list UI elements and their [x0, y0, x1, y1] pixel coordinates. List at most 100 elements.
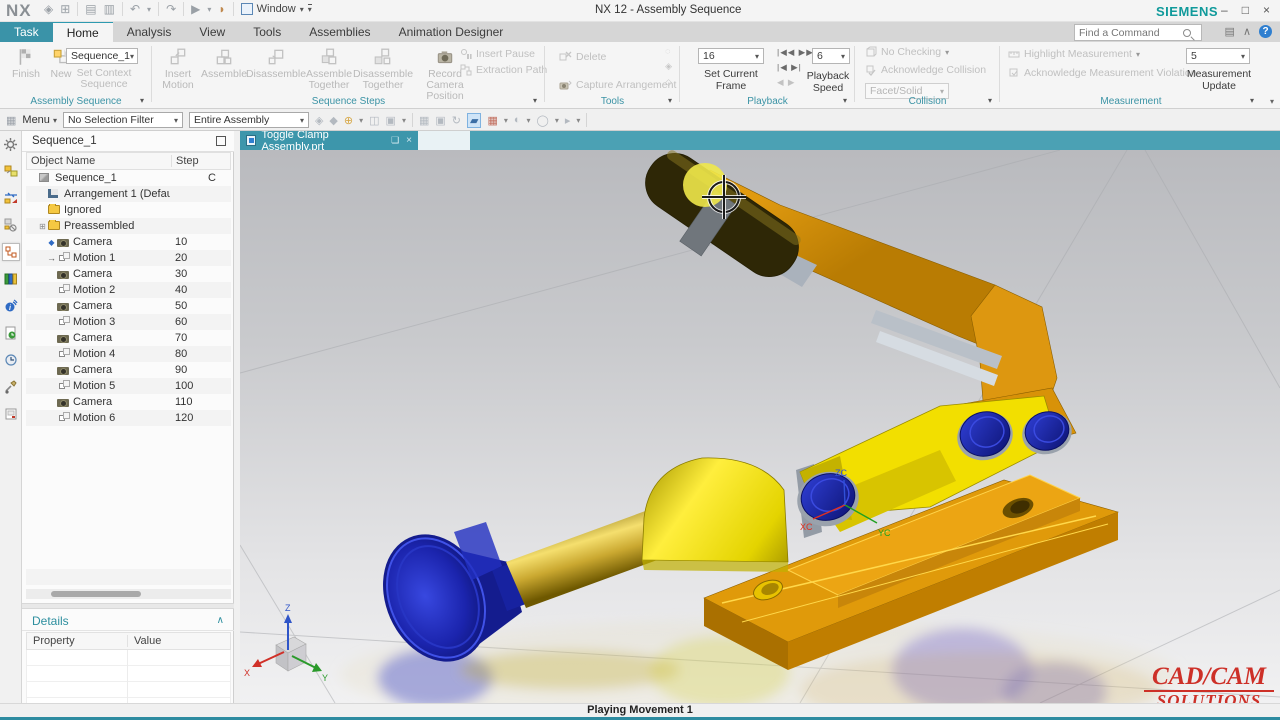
- tree-row[interactable]: Camera 90: [26, 362, 231, 378]
- tree-row[interactable]: → Motion 1 20: [26, 250, 231, 266]
- window-layout-icon[interactable]: [2, 405, 20, 423]
- assembly-navigator-icon[interactable]: [2, 162, 20, 180]
- rotate-view-icon[interactable]: ↻: [452, 114, 461, 127]
- column-value[interactable]: Value: [127, 635, 230, 647]
- capture-arrangement-button[interactable]: Capture Arrangement: [559, 78, 676, 91]
- column-property[interactable]: Property: [27, 635, 127, 647]
- tree-row[interactable]: Motion 4 80: [26, 346, 231, 362]
- play-forward-button[interactable]: ▶: [788, 77, 796, 87]
- acknowledge-violation-button[interactable]: Acknowledge Measurement Violation: [1008, 67, 1197, 79]
- tools-mini-icon-2[interactable]: ◈: [665, 61, 672, 72]
- group-label-measurement[interactable]: Measurement ▾: [1000, 96, 1262, 107]
- insert-pause-button[interactable]: Insert Pause: [460, 48, 547, 60]
- undo-icon[interactable]: ↶: [130, 2, 140, 16]
- rendering-style-icon[interactable]: ◐: [514, 114, 521, 126]
- column-step[interactable]: Step: [171, 155, 209, 167]
- panel-window-icon[interactable]: [216, 136, 226, 146]
- 3d-scene[interactable]: XC YC ZC Z X Y CAD/CAM SOLUTIONS: [240, 149, 1280, 703]
- group-label-collision[interactable]: Collision ▾: [855, 96, 1000, 107]
- brush-icon[interactable]: ◗: [218, 2, 225, 16]
- tree-row[interactable]: Ignored: [26, 202, 231, 218]
- tree-row[interactable]: Camera 50: [26, 298, 231, 314]
- redo-icon[interactable]: ↷: [166, 2, 176, 16]
- save-as-icon[interactable]: ▥: [104, 2, 115, 16]
- tree-row[interactable]: Camera 30: [26, 266, 231, 282]
- measurement-update-select[interactable]: 5 ▾: [1186, 48, 1250, 64]
- menu-button[interactable]: Menu ▾: [22, 114, 57, 126]
- tools-mini-icon-3[interactable]: ◇: [665, 77, 672, 88]
- process-studio-icon[interactable]: [2, 378, 20, 396]
- tree-row[interactable]: Motion 6 120: [26, 410, 231, 426]
- play-backward-button[interactable]: ◀: [777, 77, 785, 87]
- scrollbar-thumb[interactable]: [51, 591, 141, 597]
- part-file-tab[interactable]: Toggle Clamp Assembly.prt ❏ ×: [240, 131, 418, 153]
- tab-tools[interactable]: Tools: [239, 22, 295, 42]
- column-object-name[interactable]: Object Name: [27, 155, 171, 167]
- tools-mini-icon-1[interactable]: ◌: [665, 46, 672, 56]
- finish-button[interactable]: Finish: [6, 44, 46, 80]
- point-dialog-icon[interactable]: ⊕: [344, 114, 353, 127]
- window-menu[interactable]: Window ▾ ▾: [240, 3, 312, 15]
- acknowledge-collision-button[interactable]: Acknowledge Collision: [865, 64, 986, 76]
- snap-point-icon[interactable]: ◈: [315, 114, 323, 127]
- extraction-path-button[interactable]: Extraction Path: [460, 64, 547, 76]
- tab-pin-icon[interactable]: ❏: [391, 135, 399, 146]
- select-highlight-icon[interactable]: ◆: [329, 114, 337, 127]
- tree-horizontal-scrollbar[interactable]: [26, 589, 231, 599]
- group-label-assembly-sequence[interactable]: Assembly Sequence ▾: [0, 96, 152, 107]
- collapse-details-icon[interactable]: ∧: [217, 615, 224, 626]
- delete-button[interactable]: Delete: [559, 50, 606, 63]
- set-context-sequence-label[interactable]: Set Context Sequence: [58, 68, 150, 90]
- tree-row[interactable]: Camera 70: [26, 330, 231, 346]
- disassemble-button[interactable]: Disassemble: [246, 44, 306, 102]
- ribbon-overflow-arrow[interactable]: ▾: [1270, 97, 1274, 106]
- current-frame-select[interactable]: 16 ▾: [698, 48, 764, 64]
- tab-analysis[interactable]: Analysis: [113, 22, 186, 42]
- play-dropdown-icon[interactable]: ▾: [207, 5, 211, 14]
- undo-dropdown-icon[interactable]: ▾: [147, 5, 151, 14]
- tab-view[interactable]: View: [185, 22, 239, 42]
- details-header[interactable]: Details ∧: [22, 611, 234, 631]
- link-icon[interactable]: ◈: [44, 2, 53, 16]
- tab-close-icon[interactable]: ×: [406, 135, 412, 146]
- highlight-measurement-dropdown[interactable]: Highlight Measurement ▾: [1008, 48, 1140, 60]
- tab-animation-designer[interactable]: Animation Designer: [385, 22, 518, 42]
- selection-scope-select[interactable]: Entire Assembly ▾: [188, 112, 309, 128]
- group-label-playback[interactable]: Playback ▾: [680, 96, 855, 107]
- qat-customize-icon[interactable]: ▾: [307, 4, 312, 14]
- collision-navigator-icon[interactable]: [2, 216, 20, 234]
- hd3d-tools-icon[interactable]: i: [2, 297, 20, 315]
- tab-assemblies[interactable]: Assemblies: [295, 22, 384, 42]
- tree-row[interactable]: Motion 3 60: [26, 314, 231, 330]
- ribbon-options-icon[interactable]: ▤: [1225, 25, 1235, 38]
- tree-row[interactable]: Arrangement 1 (Default): [26, 186, 231, 202]
- play-icon[interactable]: ▶: [191, 2, 200, 16]
- tree-row[interactable]: ◆ Camera 10: [26, 234, 231, 250]
- edit-work-section-icon[interactable]: ▰: [466, 112, 482, 128]
- playback-speed-select[interactable]: 6 ▾: [812, 48, 850, 64]
- selection-filter-select[interactable]: No Selection Filter ▾: [62, 112, 183, 128]
- group-label-tools[interactable]: Tools ▾: [545, 96, 680, 107]
- expand-icon[interactable]: ⊞: [37, 222, 48, 231]
- assemble-together-button[interactable]: Assemble Together: [304, 44, 354, 102]
- save-icon[interactable]: ▤: [85, 2, 96, 16]
- show-hide-icon[interactable]: ▦: [419, 114, 429, 127]
- no-checking-dropdown[interactable]: No Checking ▾: [865, 46, 949, 58]
- open-icon[interactable]: ⊞: [60, 2, 70, 16]
- tree-row[interactable]: Motion 5 100: [26, 378, 231, 394]
- reuse-library-icon[interactable]: [2, 270, 20, 288]
- close-button[interactable]: ×: [1263, 3, 1270, 17]
- disassemble-together-button[interactable]: Disassemble Together: [353, 44, 413, 102]
- shadows-icon[interactable]: ◯: [537, 114, 549, 127]
- minimize-button[interactable]: –: [1221, 3, 1228, 17]
- help-icon[interactable]: ?: [1259, 25, 1272, 38]
- constraint-navigator-icon[interactable]: [2, 189, 20, 207]
- assemble-button[interactable]: Assemble: [200, 44, 248, 102]
- sequence-select[interactable]: Sequence_1 ▾: [66, 48, 138, 64]
- window-view-icon[interactable]: ▣: [435, 114, 445, 127]
- history-icon[interactable]: [2, 351, 20, 369]
- measure-icon[interactable]: ◫: [369, 114, 379, 127]
- tree-row[interactable]: ⊞ Preassembled: [26, 218, 231, 234]
- step-back-button[interactable]: |◀: [777, 62, 788, 72]
- roles-gear-icon[interactable]: [2, 135, 20, 153]
